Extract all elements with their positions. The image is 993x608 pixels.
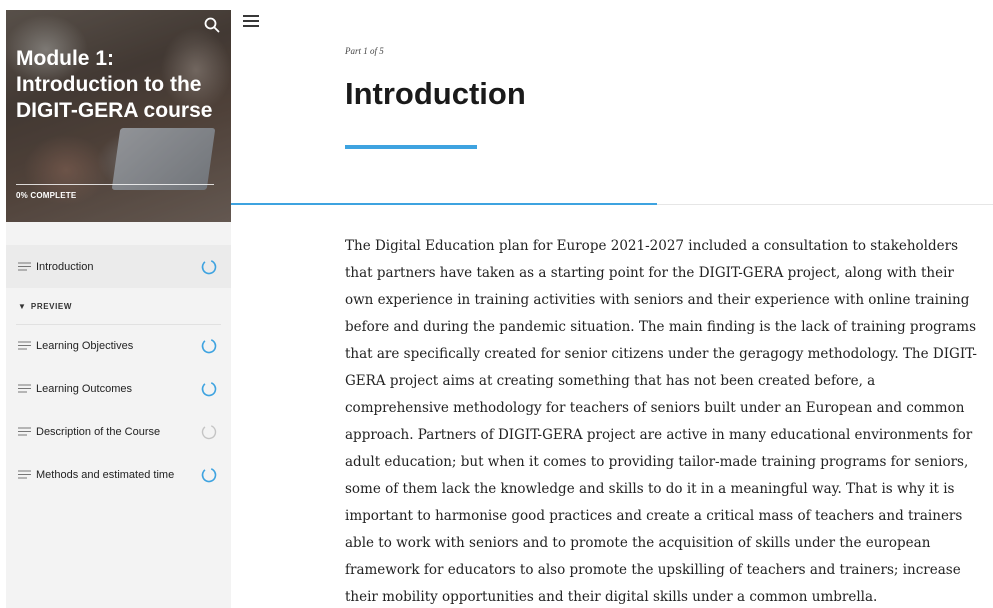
nav-item-description-of-the-course[interactable]: Description of the Course xyxy=(6,410,231,453)
laptop-illustration xyxy=(111,128,216,190)
sidebar: Module 1: Introduction to the DIGIT-GERA… xyxy=(6,10,231,608)
lines-icon xyxy=(18,341,31,350)
progress-ring-icon xyxy=(201,381,217,397)
module-title: Module 1: Introduction to the DIGIT-GERA… xyxy=(16,47,213,122)
title-underline xyxy=(345,145,477,149)
progress-ring-icon xyxy=(201,259,217,275)
section-preview-toggle[interactable]: ▼ PREVIEW xyxy=(6,288,231,324)
progress-ring-icon xyxy=(201,338,217,354)
lines-icon xyxy=(18,262,31,271)
nav-item-introduction[interactable]: Introduction xyxy=(6,245,231,288)
module-cover-image: Module 1: Introduction to the DIGIT-GERA… xyxy=(6,10,231,222)
nav-item-label: Learning Objectives xyxy=(36,339,134,352)
search-icon[interactable] xyxy=(203,16,221,34)
progress-track xyxy=(16,184,214,185)
lines-icon xyxy=(18,384,31,393)
section-label: PREVIEW xyxy=(30,301,73,311)
lines-icon xyxy=(18,470,31,479)
hamburger-menu-icon[interactable] xyxy=(243,14,259,28)
lesson-body-text: The Digital Education plan for Europe 20… xyxy=(345,238,977,605)
nav-item-methods-and-estimated-time[interactable]: Methods and estimated time xyxy=(6,453,231,496)
progress-ring-icon xyxy=(201,467,217,483)
nav-item-learning-objectives[interactable]: Learning Objectives xyxy=(6,324,231,367)
nav-item-label: Description of the Course xyxy=(36,425,161,438)
lesson-nav: Introduction ▼ PREVIEW Learning Objectiv… xyxy=(6,245,231,496)
nav-item-learning-outcomes[interactable]: Learning Outcomes xyxy=(6,367,231,410)
nav-item-label: Introduction xyxy=(36,260,94,273)
triangle-down-icon: ▼ xyxy=(18,301,26,311)
progress-label: 0% COMPLETE xyxy=(16,191,77,200)
lesson-progress-fill xyxy=(231,203,657,205)
lines-icon xyxy=(18,427,31,436)
nav-item-label: Learning Outcomes xyxy=(36,382,132,395)
part-indicator: Part 1 of 5 xyxy=(345,46,384,56)
progress-ring-icon xyxy=(201,424,217,440)
nav-item-label: Methods and estimated time xyxy=(36,468,175,481)
page-title: Introduction xyxy=(345,76,526,111)
